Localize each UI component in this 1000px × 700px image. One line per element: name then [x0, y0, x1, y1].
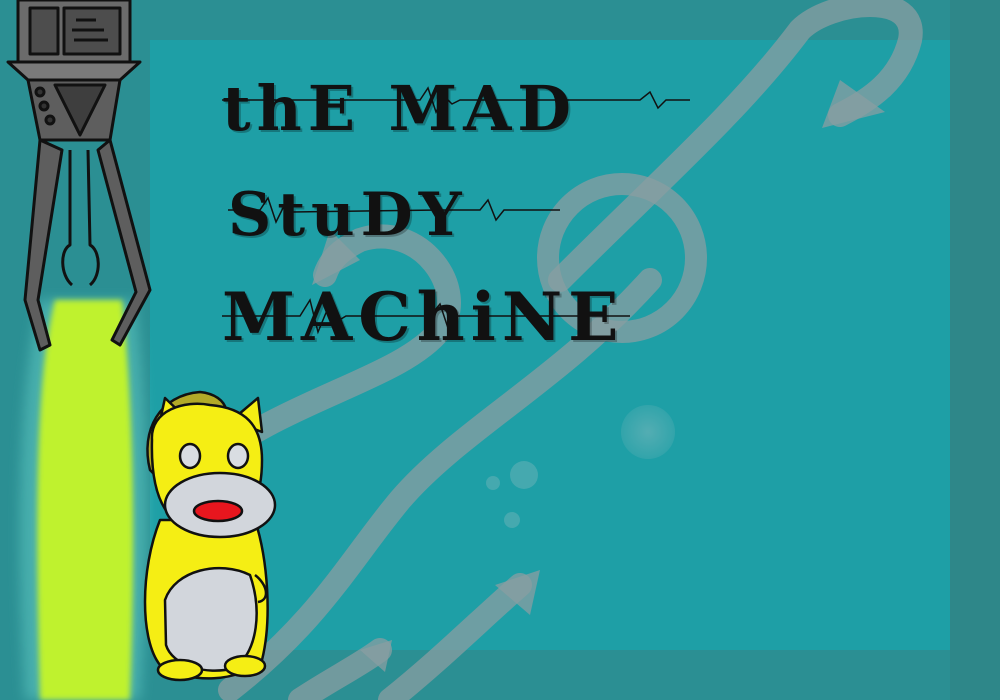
creature-foot-right: [223, 654, 267, 678]
bubble-icon: [504, 512, 520, 528]
title-line-1: thE MAD: [222, 72, 578, 145]
bubble-icon: [486, 476, 500, 490]
title-line-2: StuDY: [228, 180, 468, 250]
title-line-3: MAChiNE: [222, 278, 625, 356]
yellow-creature-icon: [143, 390, 277, 682]
claw-collar: [6, 60, 142, 82]
bubble-icon: [621, 405, 675, 459]
claw-screen-left: [28, 6, 60, 56]
creature-eye-right: [226, 442, 250, 470]
slime-jet: [20, 300, 147, 700]
bubble-icon: [510, 461, 538, 489]
frame-right-band: [950, 0, 1000, 700]
creature-eye-left: [178, 442, 202, 470]
creature-foot-left: [156, 658, 204, 682]
creature-mouth: [192, 499, 244, 523]
